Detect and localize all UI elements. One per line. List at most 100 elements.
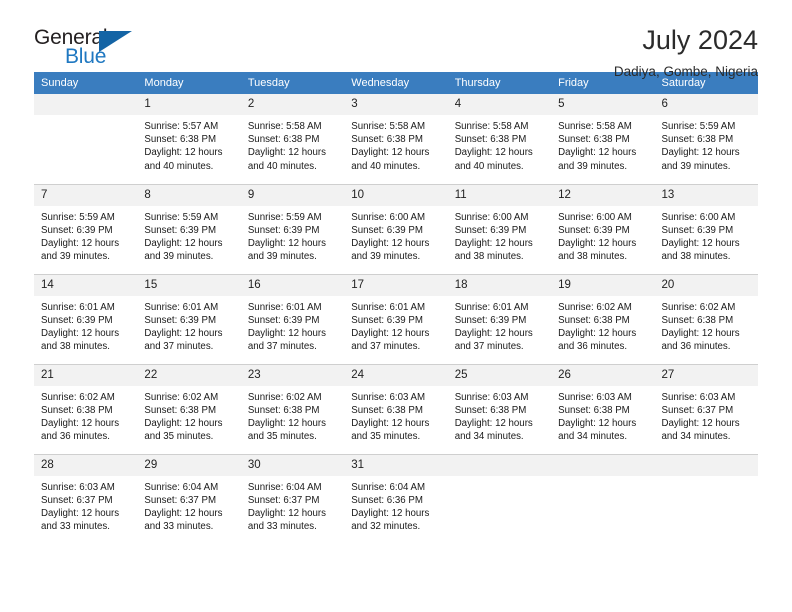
daylight-duration-line2: and 39 minutes. bbox=[558, 160, 628, 172]
day-details: Sunrise: 5:59 AM Sunset: 6:39 PM Daylight:… bbox=[137, 206, 240, 264]
calendar-day-cell[interactable]: 7 Sunrise: 5:59 AM Sunset: 6:39 PM Daylight… bbox=[34, 184, 138, 275]
calendar-day-cell[interactable]: 16 Sunrise: 6:01 AM Sunset: 6:39 PM Dayligh… bbox=[240, 274, 345, 365]
day-number: 7 bbox=[34, 184, 138, 206]
calendar-day-cell[interactable]: 4 Sunrise: 5:58 AM Sunset: 6:38 PM Daylight… bbox=[447, 94, 552, 185]
sunrise-time: Sunrise: 6:00 AM bbox=[454, 211, 529, 223]
calendar-day-cell[interactable]: 27 Sunrise: 6:03 AM Sunset: 6:37 PM Dayligh… bbox=[654, 364, 758, 455]
calendar-day-cell[interactable]: 26 Sunrise: 6:03 AM Sunset: 6:38 PM Dayligh… bbox=[551, 364, 655, 455]
daylight-duration-line2: and 34 minutes. bbox=[558, 431, 628, 443]
calendar-day-cell[interactable]: 9 Sunrise: 5:59 AM Sunset: 6:39 PM Daylight… bbox=[240, 184, 345, 275]
daylight-duration-line1: Daylight: 12 hours bbox=[351, 237, 430, 249]
calendar-day-cell[interactable]: 2 Sunrise: 5:58 AM Sunset: 6:38 PM Daylight… bbox=[240, 94, 345, 185]
sunset-time: Sunset: 6:37 PM bbox=[41, 494, 113, 506]
daylight-duration-line2: and 38 minutes. bbox=[41, 341, 110, 353]
day-details: Sunrise: 6:02 AM Sunset: 6:38 PM Daylight:… bbox=[551, 296, 654, 354]
daylight-duration-line2: and 33 minutes. bbox=[144, 521, 214, 533]
calendar-day-cell[interactable]: 15 Sunrise: 6:01 AM Sunset: 6:39 PM Dayligh… bbox=[137, 274, 241, 365]
daylight-duration-line1: Daylight: 12 hours bbox=[41, 417, 120, 429]
sunset-time: Sunset: 6:38 PM bbox=[247, 134, 320, 146]
sunset-time: Sunset: 6:39 PM bbox=[351, 224, 423, 236]
sunrise-time: Sunrise: 6:01 AM bbox=[144, 301, 219, 313]
calendar-day-cell[interactable]: 3 Sunrise: 5:58 AM Sunset: 6:38 PM Daylight… bbox=[344, 94, 448, 185]
calendar-day-cell[interactable]: 10 Sunrise: 6:00 AM Sunset: 6:39 PM Dayligh… bbox=[344, 184, 448, 275]
sunset-time: Sunset: 6:38 PM bbox=[454, 404, 527, 416]
weekday-header-wednesday: Wednesday bbox=[344, 72, 448, 94]
calendar-day-cell[interactable]: 24 Sunrise: 6:03 AM Sunset: 6:38 PM Dayligh… bbox=[344, 364, 448, 455]
daylight-duration-line2: and 37 minutes. bbox=[454, 341, 524, 353]
calendar-day-cell[interactable]: 31 Sunrise: 6:04 AM Sunset: 6:36 PM Dayligh… bbox=[344, 454, 448, 544]
day-number: 14 bbox=[34, 274, 138, 296]
calendar-day-cell[interactable]: 17 Sunrise: 6:01 AM Sunset: 6:39 PM Dayligh… bbox=[344, 274, 448, 365]
daylight-duration-line2: and 32 minutes. bbox=[351, 521, 421, 533]
daylight-duration-line2: and 33 minutes. bbox=[247, 521, 317, 533]
daylight-duration-line1: Daylight: 12 hours bbox=[454, 147, 533, 159]
sunset-time: Sunset: 6:39 PM bbox=[144, 314, 217, 326]
calendar-day-cell[interactable]: 6 Sunrise: 5:59 AM Sunset: 6:38 PM Daylight… bbox=[654, 94, 758, 185]
daylight-duration-line2: and 34 minutes. bbox=[661, 431, 731, 443]
day-number: 6 bbox=[654, 94, 758, 115]
daylight-duration-line2: and 39 minutes. bbox=[351, 251, 421, 263]
calendar-day-cell[interactable]: 22 Sunrise: 6:02 AM Sunset: 6:38 PM Dayligh… bbox=[137, 364, 241, 455]
day-details: Sunrise: 6:03 AM Sunset: 6:37 PM Daylight:… bbox=[34, 476, 137, 534]
calendar-day-cell[interactable]: 28 Sunrise: 6:03 AM Sunset: 6:37 PM Dayligh… bbox=[34, 454, 138, 544]
day-number: 8 bbox=[137, 184, 241, 206]
sunrise-time: Sunrise: 6:04 AM bbox=[351, 481, 426, 493]
calendar-day-cell[interactable]: 19 Sunrise: 6:02 AM Sunset: 6:38 PM Dayligh… bbox=[551, 274, 655, 365]
calendar-day-cell[interactable]: 29 Sunrise: 6:04 AM Sunset: 6:37 PM Dayligh… bbox=[137, 454, 241, 544]
calendar-week-row: 1 Sunrise: 5:57 AM Sunset: 6:38 PM Daylight… bbox=[34, 94, 758, 185]
calendar-day-cell[interactable]: 13 Sunrise: 6:00 AM Sunset: 6:39 PM Dayligh… bbox=[654, 184, 758, 275]
day-details: Sunrise: 5:59 AM Sunset: 6:39 PM Daylight:… bbox=[241, 206, 344, 264]
sunrise-time: Sunrise: 6:01 AM bbox=[247, 301, 322, 313]
daylight-duration-line1: Daylight: 12 hours bbox=[247, 327, 326, 339]
day-number: 4 bbox=[447, 94, 552, 115]
day-details: Sunrise: 5:58 AM Sunset: 6:38 PM Daylight:… bbox=[448, 115, 551, 173]
calendar-day-cell[interactable]: 5 Sunrise: 5:58 AM Sunset: 6:38 PM Daylight… bbox=[551, 94, 655, 185]
calendar-day-cell[interactable]: 21 Sunrise: 6:02 AM Sunset: 6:38 PM Dayligh… bbox=[34, 364, 138, 455]
daylight-duration-line1: Daylight: 12 hours bbox=[558, 237, 637, 249]
sunrise-time: Sunrise: 6:04 AM bbox=[247, 481, 322, 493]
calendar-day-cell[interactable]: 20 Sunrise: 6:02 AM Sunset: 6:38 PM Dayligh… bbox=[654, 274, 758, 365]
calendar-day-cell[interactable]: 11 Sunrise: 6:00 AM Sunset: 6:39 PM Dayligh… bbox=[447, 184, 552, 275]
day-number: 15 bbox=[137, 274, 241, 296]
day-details: Sunrise: 5:59 AM Sunset: 6:39 PM Daylight:… bbox=[34, 206, 137, 264]
calendar-week-row: 21 Sunrise: 6:02 AM Sunset: 6:38 PM Dayligh… bbox=[34, 364, 758, 455]
calendar-day-cell[interactable]: 8 Sunrise: 5:59 AM Sunset: 6:39 PM Daylight… bbox=[137, 184, 241, 275]
sunrise-time: Sunrise: 5:57 AM bbox=[144, 121, 219, 132]
sunrise-time: Sunrise: 6:03 AM bbox=[558, 391, 632, 403]
daylight-duration-line2: and 35 minutes. bbox=[144, 431, 214, 443]
day-details: Sunrise: 6:04 AM Sunset: 6:37 PM Daylight:… bbox=[137, 476, 240, 534]
day-details: Sunrise: 6:02 AM Sunset: 6:38 PM Daylight:… bbox=[655, 296, 758, 354]
sunrise-time: Sunrise: 6:03 AM bbox=[41, 481, 115, 493]
daylight-duration-line1: Daylight: 12 hours bbox=[144, 507, 223, 519]
day-number: 30 bbox=[240, 454, 345, 476]
daylight-duration-line1: Daylight: 12 hours bbox=[351, 507, 430, 519]
calendar-day-cell[interactable]: 14 Sunrise: 6:01 AM Sunset: 6:39 PM Dayligh… bbox=[34, 274, 138, 365]
sunset-time: Sunset: 6:38 PM bbox=[661, 134, 734, 146]
daylight-duration-line2: and 40 minutes. bbox=[247, 160, 317, 172]
sunrise-time: Sunrise: 6:03 AM bbox=[454, 391, 529, 403]
day-details: Sunrise: 6:04 AM Sunset: 6:37 PM Daylight:… bbox=[241, 476, 344, 534]
daylight-duration-line1: Daylight: 12 hours bbox=[41, 237, 120, 249]
sunrise-time: Sunrise: 5:59 AM bbox=[661, 121, 736, 132]
sunset-time: Sunset: 6:39 PM bbox=[247, 224, 320, 236]
daylight-duration-line1: Daylight: 12 hours bbox=[247, 147, 326, 159]
sunset-time: Sunset: 6:39 PM bbox=[247, 314, 320, 326]
sunrise-time: Sunrise: 6:01 AM bbox=[351, 301, 426, 313]
day-details: Sunrise: 6:02 AM Sunset: 6:38 PM Daylight:… bbox=[34, 386, 137, 444]
sunrise-time: Sunrise: 6:00 AM bbox=[351, 211, 426, 223]
calendar-day-cell[interactable]: 12 Sunrise: 6:00 AM Sunset: 6:39 PM Dayligh… bbox=[551, 184, 655, 275]
sunrise-time: Sunrise: 6:03 AM bbox=[661, 391, 736, 403]
day-number: 22 bbox=[137, 364, 241, 386]
calendar-day-cell[interactable]: 25 Sunrise: 6:03 AM Sunset: 6:38 PM Dayligh… bbox=[447, 364, 552, 455]
day-number: 20 bbox=[654, 274, 758, 296]
day-details: Sunrise: 6:01 AM Sunset: 6:39 PM Daylight:… bbox=[448, 296, 551, 354]
calendar-day-cell[interactable]: 23 Sunrise: 6:02 AM Sunset: 6:38 PM Dayligh… bbox=[240, 364, 345, 455]
day-number: 3 bbox=[344, 94, 448, 115]
calendar-day-cell[interactable]: 18 Sunrise: 6:01 AM Sunset: 6:39 PM Dayligh… bbox=[447, 274, 552, 365]
calendar-cell-empty bbox=[654, 454, 758, 544]
calendar-day-cell[interactable]: 1 Sunrise: 5:57 AM Sunset: 6:38 PM Daylight… bbox=[137, 94, 241, 185]
daylight-duration-line1: Daylight: 12 hours bbox=[247, 237, 326, 249]
calendar-day-cell[interactable]: 30 Sunrise: 6:04 AM Sunset: 6:37 PM Dayligh… bbox=[240, 454, 345, 544]
daylight-duration-line2: and 35 minutes. bbox=[247, 431, 317, 443]
general-blue-logo[interactable]: General Blue bbox=[34, 24, 139, 70]
